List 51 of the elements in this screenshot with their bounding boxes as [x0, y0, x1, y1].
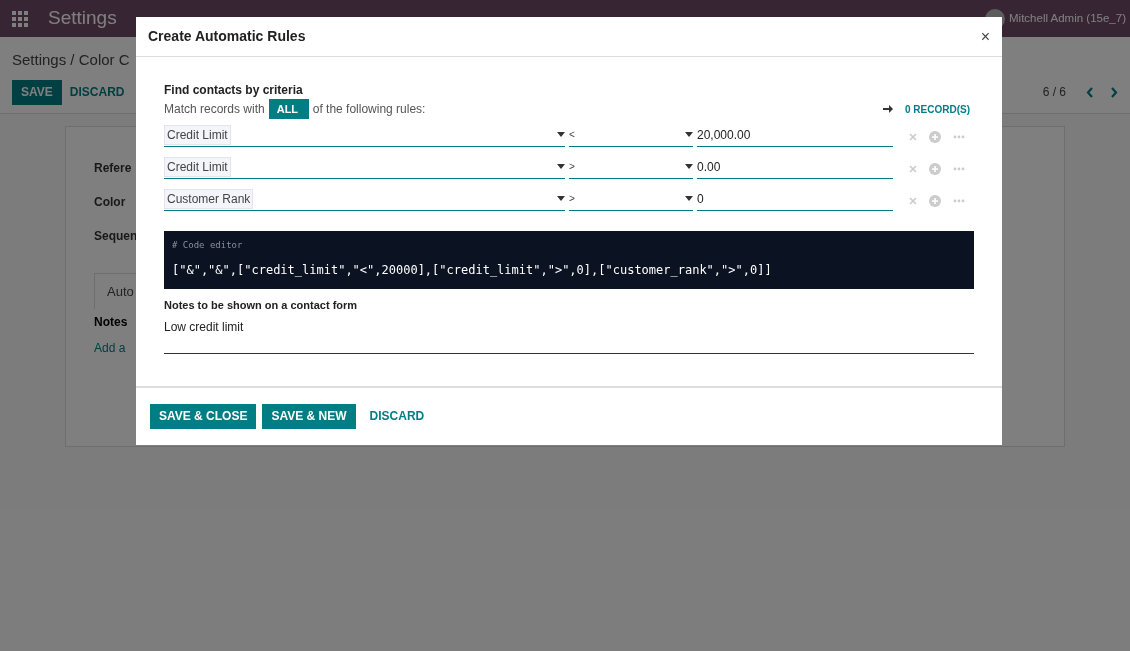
app-title: Settings — [48, 6, 117, 31]
code-editor[interactable]: # Code editor ["&","&",["credit_limit","<",20000],["credit_limit",">",0],["customer_rank",">",0]] — [164, 231, 974, 289]
next-icon[interactable] — [1110, 86, 1118, 98]
code-text: ["&","&",["credit_limit","<",20000],["credit_limit",">",0],["customer_rank",">",0]] — [172, 261, 773, 279]
user-menu[interactable]: Mitchell Admin (15e_7) — [1009, 9, 1126, 28]
field-label: Sequen — [94, 227, 138, 245]
caret-icon — [685, 132, 693, 137]
delete-icon[interactable] — [909, 165, 917, 173]
caret-icon — [685, 196, 693, 201]
value-input[interactable]: 0.00 — [697, 155, 893, 179]
field-label: Color — [94, 193, 126, 211]
dialog-button[interactable]: DISCARD — [361, 403, 433, 429]
delete-icon[interactable] — [909, 197, 917, 205]
more-icon[interactable] — [953, 135, 965, 139]
match-suffix: of the following rules: — [312, 101, 426, 118]
caret-icon — [557, 164, 565, 169]
field-select[interactable]: Credit Limit — [164, 155, 565, 179]
code-comment: # Code editor — [172, 239, 244, 252]
field-select[interactable]: Credit Limit — [164, 123, 565, 147]
caret-icon — [685, 164, 693, 169]
value-input[interactable]: 0 — [697, 187, 893, 211]
dialog-button[interactable]: SAVE & NEW — [262, 403, 356, 429]
close-button[interactable]: × — [980, 24, 990, 49]
field-label: Refere — [94, 159, 132, 177]
notes-label: Notes to be shown on a contact form — [164, 298, 359, 313]
add-circle-icon[interactable] — [929, 195, 941, 207]
value-input[interactable]: 20,000.00 — [697, 123, 893, 147]
table-header: Notes — [94, 314, 128, 331]
caret-icon — [557, 196, 565, 201]
operator-select[interactable]: > — [569, 187, 693, 211]
arrow-right-icon — [883, 104, 893, 114]
previous-icon[interactable] — [1086, 86, 1094, 98]
more-icon[interactable] — [953, 199, 965, 203]
match-prefix: Match records with — [164, 101, 265, 118]
dialog-title: Create Automatic Rules — [148, 27, 306, 46]
add-circle-icon[interactable] — [929, 131, 941, 143]
add-circle-icon[interactable] — [929, 163, 941, 175]
more-icon[interactable] — [953, 167, 965, 171]
pager: 6 / 6 — [1042, 84, 1066, 101]
field-select[interactable]: Customer Rank — [164, 187, 565, 211]
criteria-heading: Find contacts by criteria — [164, 82, 304, 99]
apps-grid-icon[interactable] — [12, 10, 28, 27]
dialog-button[interactable]: SAVE & CLOSE — [150, 403, 257, 429]
match-mode-select[interactable]: ALL — [268, 99, 309, 119]
record-count-link[interactable]: 0 RECORD(S) — [905, 101, 970, 117]
notes-field[interactable]: Low credit limit — [164, 317, 974, 354]
caret-icon — [557, 132, 565, 137]
operator-select[interactable]: < — [569, 123, 693, 147]
operator-select[interactable]: > — [569, 155, 693, 179]
breadcrumb: Settings / Color C — [12, 50, 131, 70]
delete-icon[interactable] — [909, 133, 917, 141]
